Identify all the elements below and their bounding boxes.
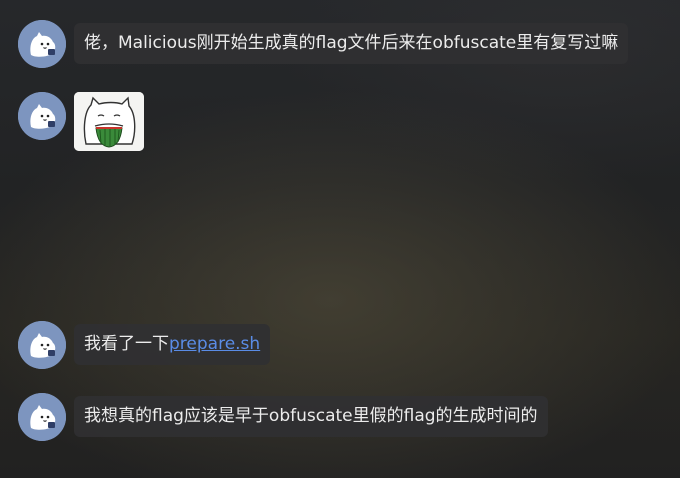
message-text: 我看了一下 — [84, 334, 169, 354]
message-bubble: 我想真的flag应该是早于obfuscate里假的flag的生成时间的 — [74, 396, 548, 437]
avatar[interactable] — [18, 393, 66, 441]
file-link-prepare-sh[interactable]: prepare.sh — [169, 334, 260, 354]
chat-log: 佬，Malicious刚开始生成真的flag文件后来在obfuscate里有复写… — [0, 0, 680, 478]
cat-eating-watermelon-icon — [74, 92, 144, 151]
cat-avatar-icon — [18, 92, 66, 140]
cat-avatar-icon — [18, 321, 66, 369]
message-bubble: 佬，Malicious刚开始生成真的flag文件后来在obfuscate里有复写… — [74, 23, 629, 64]
avatar[interactable] — [18, 321, 66, 369]
message-bubble: 我看了一下prepare.sh — [74, 324, 271, 365]
cat-avatar-icon — [18, 20, 66, 68]
cat-avatar-icon — [18, 393, 66, 441]
sticker-image[interactable] — [74, 92, 144, 151]
avatar[interactable] — [18, 92, 66, 140]
avatar[interactable] — [18, 20, 66, 68]
